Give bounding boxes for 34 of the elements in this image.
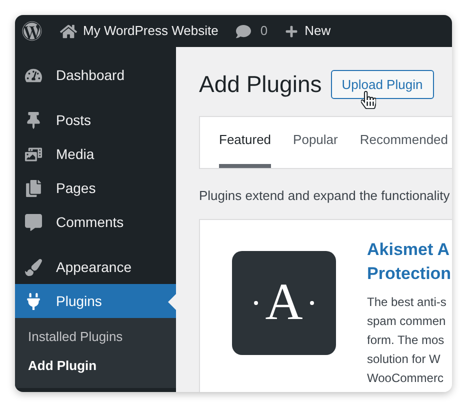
plugin-logo: A	[232, 251, 336, 355]
hand-cursor-icon	[361, 91, 376, 109]
submenu-item[interactable]: Add Plugin	[15, 351, 176, 380]
sidebar-item[interactable]: Dashboard	[15, 58, 176, 92]
submenu-item[interactable]: Installed Plugins	[15, 322, 176, 351]
current-pointer-icon	[168, 294, 176, 310]
filter-tab[interactable]: Recommended	[360, 116, 448, 168]
sidebar-item[interactable]: Comments	[15, 205, 176, 239]
new-link[interactable]: New	[304, 21, 331, 41]
plugin-description: The best anti-s spam commen form. The mos solution for W WooCommerc	[367, 294, 448, 387]
comment-count[interactable]: 0	[260, 21, 268, 41]
filter-tab[interactable]: Featured	[219, 116, 272, 168]
media-icon	[25, 146, 42, 162]
sidebar-item[interactable]: Plugins	[15, 284, 176, 318]
page-title: Add Plugins	[199, 70, 322, 99]
home-icon[interactable]	[60, 22, 77, 40]
sidebar-item[interactable]: Pages	[15, 171, 176, 205]
plus-icon[interactable]	[284, 24, 298, 38]
pin-icon	[25, 112, 42, 128]
dashboard-icon	[25, 66, 42, 84]
sidebar-item[interactable]: Media	[15, 137, 176, 171]
sidebar-item[interactable]: Appearance	[15, 250, 176, 284]
plugin-title-link[interactable]: Akismet A Protection	[367, 238, 452, 286]
speech-bubble-icon	[25, 214, 42, 230]
filter-tab[interactable]: Popular	[293, 116, 338, 168]
wordpress-logo-icon[interactable]	[22, 21, 42, 41]
site-name-link[interactable]: My WordPress Website	[83, 21, 218, 41]
paint-brush-icon	[25, 258, 42, 276]
plug-icon	[25, 292, 42, 310]
pages-icon	[25, 180, 42, 196]
upload-plugin-button[interactable]: Upload Plugin	[330, 70, 434, 99]
intro-text: Plugins extend and expand the functionality	[199, 186, 451, 205]
sidebar-item[interactable]: Posts	[15, 103, 176, 137]
comment-icon[interactable]	[236, 24, 252, 38]
